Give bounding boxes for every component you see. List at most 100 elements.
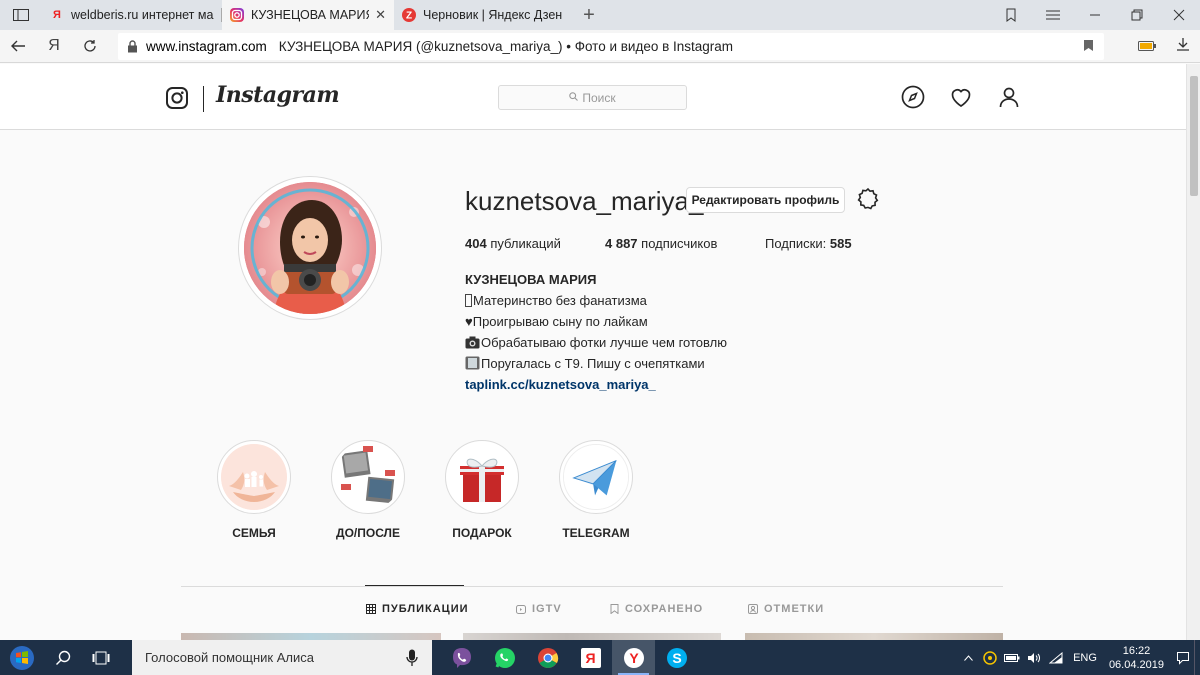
edit-profile-button[interactable]: Редактировать профиль bbox=[686, 187, 845, 213]
menu-icon[interactable] bbox=[1032, 0, 1074, 30]
windows-taskbar: Голосовой помощник Алиса Я Y S ENG 16:22… bbox=[0, 640, 1200, 675]
clock-date: 06.04.2019 bbox=[1108, 658, 1164, 671]
following-stat[interactable]: Подписки: 585 bbox=[765, 236, 852, 251]
bio-line: Обрабатываю фотки лучше чем готовлю bbox=[465, 335, 727, 350]
phone-emoji-icon bbox=[465, 356, 480, 370]
address-bar-row: Я www.instagram.com КУЗНЕЦОВА МАРИЯ (@ku… bbox=[0, 30, 1200, 63]
highlight-before-after[interactable]: ДО/ПОСЛЕ bbox=[318, 440, 418, 540]
scrollbar-thumb[interactable] bbox=[1190, 76, 1198, 196]
missing-glyph-icon bbox=[465, 294, 472, 307]
close-window-icon[interactable] bbox=[1158, 0, 1200, 30]
tabs-divider bbox=[181, 586, 1003, 587]
tab-igtv[interactable]: IGTV bbox=[516, 603, 562, 615]
highlight-telegram[interactable]: TELEGRAM bbox=[546, 440, 646, 540]
bio-link[interactable]: taplink.cc/kuznetsova_mariya_ bbox=[465, 377, 656, 392]
wifi-icon[interactable] bbox=[1047, 651, 1065, 664]
url-host: www.instagram.com bbox=[146, 39, 267, 54]
show-hidden-icons-icon[interactable] bbox=[959, 654, 977, 661]
task-view-button[interactable] bbox=[82, 640, 120, 675]
browser-tab-instagram[interactable]: КУЗНЕЦОВА МАРИЯ (@ ✕ bbox=[222, 0, 394, 30]
yandex-home-button[interactable]: Я bbox=[36, 30, 72, 63]
followers-count: 4 887 bbox=[605, 236, 638, 251]
notifications-icon[interactable] bbox=[1174, 651, 1192, 665]
gift-box-icon bbox=[449, 444, 515, 510]
skype-app[interactable]: S bbox=[655, 640, 698, 675]
bio-text: Проигрываю сыну по лайкам bbox=[472, 314, 648, 329]
highlight-family[interactable]: СЕМЬЯ bbox=[204, 440, 304, 540]
bio-text: Обрабатываю фотки лучше чем готовлю bbox=[481, 335, 727, 350]
url-field[interactable]: www.instagram.com КУЗНЕЦОВА МАРИЯ (@kuzn… bbox=[118, 33, 1104, 60]
bookmark-icon[interactable] bbox=[1083, 39, 1094, 57]
chrome-app[interactable] bbox=[526, 640, 569, 675]
post-thumbnail[interactable] bbox=[463, 633, 721, 640]
instagram-camera-icon[interactable] bbox=[166, 87, 188, 114]
alice-voice-assistant-field[interactable]: Голосовой помощник Алиса bbox=[132, 640, 432, 675]
battery-icon[interactable] bbox=[1003, 653, 1021, 663]
posts-stat[interactable]: 404 публикаций bbox=[465, 236, 561, 251]
instagram-icon bbox=[230, 8, 244, 22]
highlight-gift[interactable]: ПОДАРОК bbox=[432, 440, 532, 540]
back-button[interactable] bbox=[0, 30, 36, 63]
close-tab-icon[interactable]: ✕ bbox=[375, 7, 386, 23]
search-placeholder: Поиск bbox=[582, 90, 616, 105]
tab-saved[interactable]: СОХРАНЕНО bbox=[610, 603, 703, 615]
post-thumbnail[interactable] bbox=[745, 633, 1003, 640]
yandex-browser-icon: Y bbox=[623, 647, 644, 668]
reload-icon bbox=[84, 40, 96, 52]
volume-icon[interactable] bbox=[1025, 652, 1043, 664]
lock-icon bbox=[118, 40, 146, 53]
igtv-icon bbox=[516, 605, 526, 614]
sidebar-toggle-button[interactable] bbox=[0, 0, 42, 30]
download-icon[interactable] bbox=[1176, 37, 1190, 56]
browser-tab-wildberries[interactable]: Я weldberis.ru интернет мага bbox=[42, 0, 222, 30]
highlight-label: TELEGRAM bbox=[562, 526, 630, 540]
explore-icon[interactable] bbox=[901, 85, 925, 114]
chrome-icon bbox=[537, 647, 558, 668]
clock[interactable]: 16:22 06.04.2019 bbox=[1109, 644, 1164, 672]
yandex-browser-active-app[interactable]: Y bbox=[612, 640, 655, 675]
url-page-title: КУЗНЕЦОВА МАРИЯ (@kuznetsova_mariya_) • … bbox=[278, 39, 734, 54]
bio-line: Материнство без фанатизма bbox=[465, 293, 647, 308]
instagram-wordmark[interactable]: Instagram bbox=[216, 82, 340, 108]
battery-extension-icon[interactable] bbox=[1138, 38, 1156, 56]
language-indicator[interactable]: ENG bbox=[1073, 652, 1097, 664]
post-thumbnail[interactable] bbox=[181, 633, 441, 640]
tab-label: СОХРАНЕНО bbox=[625, 603, 704, 615]
tab-label: weldberis.ru интернет мага bbox=[71, 8, 214, 22]
search-button[interactable] bbox=[44, 640, 82, 675]
tagged-user-icon bbox=[748, 604, 758, 614]
profile-full-name: КУЗНЕЦОВА МАРИЯ bbox=[465, 272, 597, 287]
restore-icon[interactable] bbox=[1116, 0, 1158, 30]
microphone-icon[interactable] bbox=[406, 649, 418, 670]
show-desktop-button[interactable] bbox=[1194, 640, 1200, 675]
yandex-disk-icon[interactable] bbox=[981, 650, 999, 665]
tab-tagged[interactable]: ОТМЕТКИ bbox=[748, 603, 824, 615]
following-count: 585 bbox=[829, 236, 852, 251]
whatsapp-app[interactable] bbox=[483, 640, 526, 675]
heart-icon[interactable] bbox=[949, 85, 973, 114]
profile-icon[interactable] bbox=[997, 85, 1021, 114]
minimize-icon[interactable] bbox=[1074, 0, 1116, 30]
grid-icon bbox=[366, 604, 376, 614]
active-tab-indicator bbox=[365, 585, 464, 586]
browser-tab-zen[interactable]: Z Черновик | Яндекс Дзен bbox=[394, 0, 574, 30]
new-tab-button[interactable]: + bbox=[574, 0, 604, 30]
reload-button[interactable] bbox=[72, 30, 108, 63]
yandex-icon: Я bbox=[580, 647, 601, 668]
followers-stat[interactable]: 4 887 подписчиков bbox=[605, 236, 717, 251]
bookmark-panel-icon[interactable] bbox=[990, 0, 1032, 30]
settings-gear-icon[interactable] bbox=[856, 187, 880, 216]
avatar[interactable] bbox=[244, 182, 376, 314]
page-scrollbar[interactable] bbox=[1186, 64, 1200, 640]
highlight-ring bbox=[217, 440, 291, 514]
search-input[interactable]: Поиск bbox=[498, 85, 687, 110]
start-button[interactable] bbox=[0, 640, 44, 675]
highlight-ring bbox=[331, 440, 405, 514]
viber-app[interactable] bbox=[440, 640, 483, 675]
yandex-browser-app[interactable]: Я bbox=[569, 640, 612, 675]
back-arrow-icon bbox=[11, 40, 25, 52]
bio-line: ♥Проигрываю сыну по лайкам bbox=[465, 314, 648, 329]
highlight-ring bbox=[445, 440, 519, 514]
telegram-plane-icon bbox=[563, 444, 629, 510]
tab-posts[interactable]: ПУБЛИКАЦИИ bbox=[366, 603, 469, 615]
